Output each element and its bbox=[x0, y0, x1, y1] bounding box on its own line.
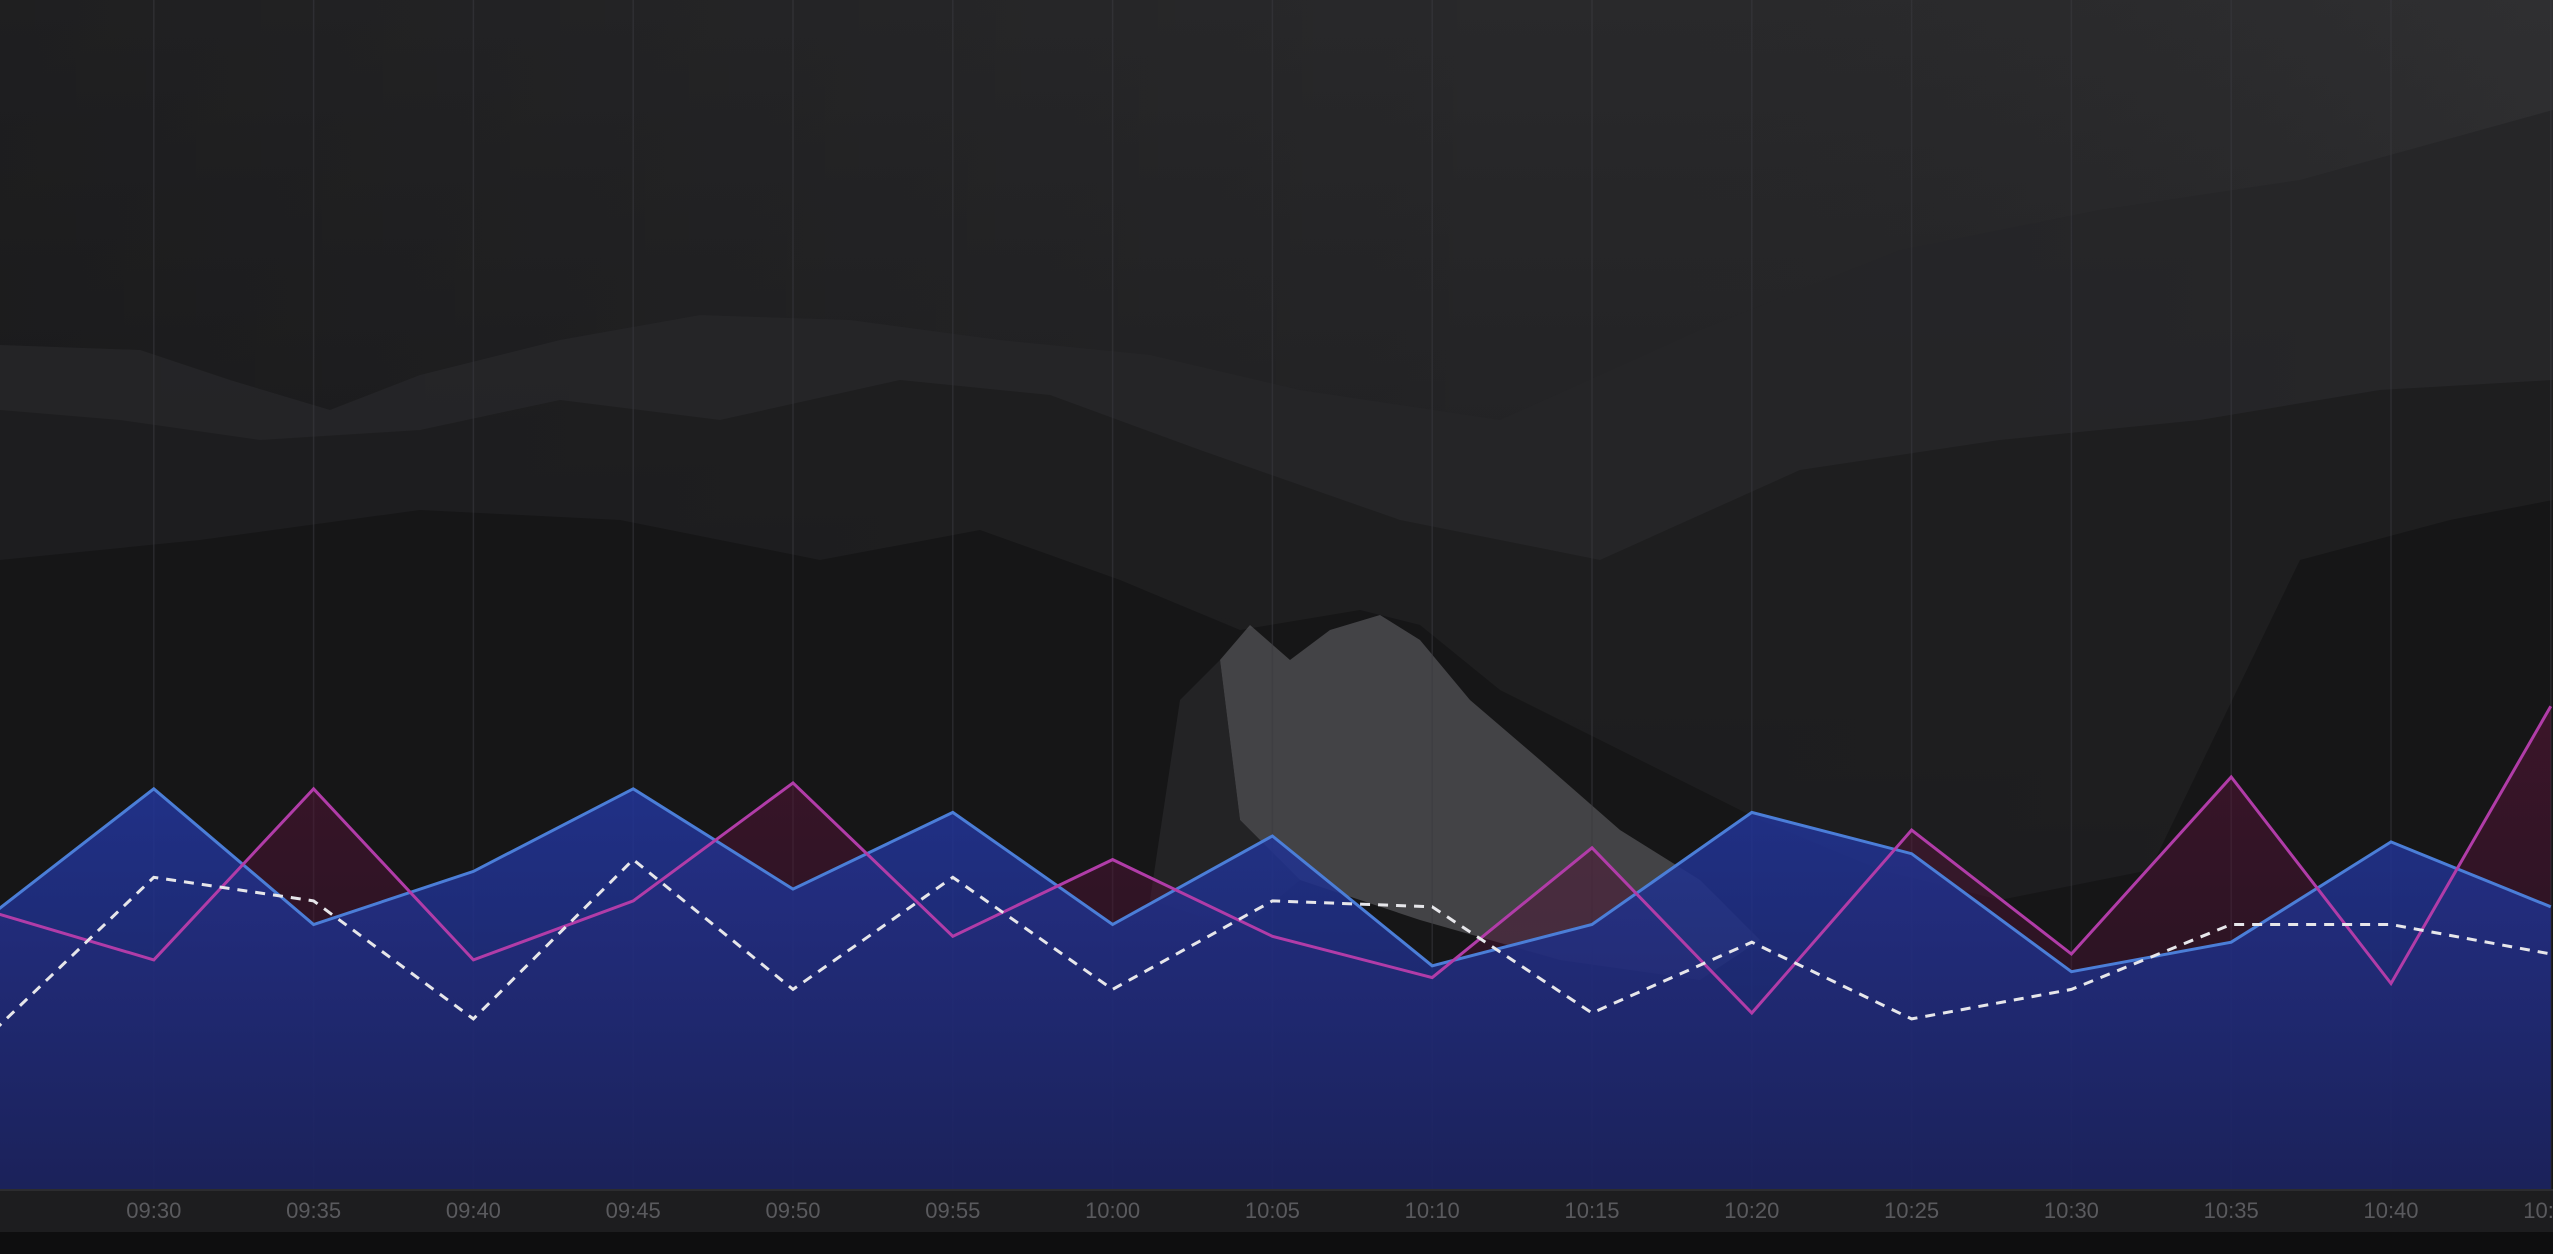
area-chart: 09:30 09:35 09:40 09:45 09:50 09:55 10:00 10:05… bbox=[0, 0, 2553, 1254]
x-tick-label: 09:45 bbox=[606, 1198, 661, 1223]
x-tick-label: 09:40 bbox=[446, 1198, 501, 1223]
x-tick-label: 10:45 bbox=[2523, 1198, 2553, 1223]
x-tick-label: 10:20 bbox=[1724, 1198, 1779, 1223]
x-tick-label: 09:50 bbox=[765, 1198, 820, 1223]
x-tick-label: 10:40 bbox=[2363, 1198, 2418, 1223]
x-tick-label: 09:35 bbox=[286, 1198, 341, 1223]
x-tick-label: 10:10 bbox=[1405, 1198, 1460, 1223]
x-tick-label: 09:30 bbox=[126, 1198, 181, 1223]
x-tick-label: 10:35 bbox=[2204, 1198, 2259, 1223]
x-tick-label: 10:15 bbox=[1564, 1198, 1619, 1223]
x-tick-label: 10:25 bbox=[1884, 1198, 1939, 1223]
footer-bar bbox=[0, 1232, 2553, 1254]
x-tick-label: 10:05 bbox=[1245, 1198, 1300, 1223]
x-tick-label: 10:00 bbox=[1085, 1198, 1140, 1223]
x-tick-label: 09:55 bbox=[925, 1198, 980, 1223]
x-tick-label: 10:30 bbox=[2044, 1198, 2099, 1223]
chart-stage: 09:30 09:35 09:40 09:45 09:50 09:55 10:00 10:05… bbox=[0, 0, 2553, 1254]
